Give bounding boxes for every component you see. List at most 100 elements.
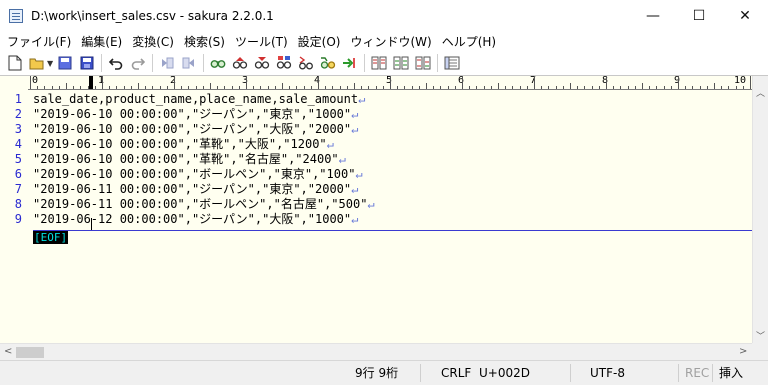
status-separator xyxy=(420,364,421,382)
ruler-tick xyxy=(735,86,737,89)
tile-icon[interactable] xyxy=(414,54,432,72)
bookmark-icon[interactable] xyxy=(319,54,337,72)
menu-help[interactable]: ヘルプ(H) xyxy=(437,33,501,50)
undo-icon[interactable] xyxy=(107,54,125,72)
menu-search[interactable]: 検索(S) xyxy=(179,33,230,50)
line-ending-indicator[interactable]: CRLF xyxy=(441,361,471,385)
ruler-tick xyxy=(418,86,420,89)
ruler-tick xyxy=(181,86,183,89)
find-next-icon[interactable] xyxy=(231,54,249,72)
ruler-tick xyxy=(627,86,629,89)
scroll-down-icon[interactable]: ﹀ xyxy=(756,329,765,342)
outline-icon[interactable] xyxy=(443,54,461,72)
ruler-tick xyxy=(274,86,276,89)
encoding-indicator[interactable]: UTF-8 xyxy=(590,361,625,385)
vertical-scrollbar[interactable]: ︿ ﹀ xyxy=(752,76,768,344)
code-line: "2019-06-12 00:00:00","ジーパン","大阪","1000"… xyxy=(33,213,358,225)
insert-mode-indicator[interactable]: 挿入 xyxy=(719,361,743,385)
ruler-label: 10 xyxy=(734,75,747,86)
status-separator xyxy=(570,364,571,382)
compare-icon[interactable] xyxy=(370,54,388,72)
code-line: "2019-06-10 00:00:00","ボールペン","東京","100"… xyxy=(33,168,363,180)
forward-icon[interactable] xyxy=(180,54,198,72)
code-line: "2019-06-10 00:00:00","革靴","名古屋","2400"↵ xyxy=(33,153,346,165)
line-text: "2019-06-11 00:00:00","ボールペン","名古屋","500… xyxy=(33,197,368,211)
ruler-tick xyxy=(138,83,139,89)
line-end-mark: ↵ xyxy=(351,107,359,121)
line-number: 8 xyxy=(14,197,22,211)
ruler-tick xyxy=(591,86,593,89)
replace-icon[interactable] xyxy=(275,54,293,72)
ruler-tick xyxy=(253,86,255,89)
code-line: "2019-06-10 00:00:00","革靴","大阪","1200"↵ xyxy=(33,138,334,150)
cursor-line-underline xyxy=(33,230,752,231)
ruler-tick xyxy=(130,86,132,89)
menu-convert[interactable]: 変換(C) xyxy=(127,33,179,50)
code-line: "2019-06-10 00:00:00","ジーパン","大阪","2000"… xyxy=(33,123,358,135)
minimize-button[interactable]: — xyxy=(630,0,676,31)
ruler-tick xyxy=(195,86,197,89)
scroll-left-icon[interactable]: < xyxy=(4,346,12,357)
status-separator xyxy=(712,364,713,382)
line-text: "2019-06-10 00:00:00","ジーパン","東京","1000" xyxy=(33,107,352,121)
ruler-tick xyxy=(562,86,564,89)
ruler-tick xyxy=(519,86,521,89)
window-title: D:\work\insert_sales.csv - sakura 2.2.0.… xyxy=(31,8,274,23)
ruler-tick xyxy=(152,86,154,89)
horizontal-scrollbar[interactable]: < > xyxy=(0,343,752,360)
line-number: 2 xyxy=(14,107,22,121)
ruler-tick xyxy=(498,83,499,89)
ruler-tick xyxy=(224,86,226,89)
line-text: sale_date,product_name,place_name,sale_a… xyxy=(33,92,359,106)
ruler-tick xyxy=(404,86,406,89)
scroll-right-icon[interactable]: > xyxy=(739,346,747,357)
code-line: sale_date,product_name,place_name,sale_a… xyxy=(33,93,365,105)
menu-file[interactable]: ファイル(F) xyxy=(2,33,76,50)
menu-settings[interactable]: 設定(O) xyxy=(293,33,346,50)
back-icon[interactable] xyxy=(158,54,176,72)
ruler-tick xyxy=(123,86,125,89)
app-icon xyxy=(9,8,23,23)
ruler-tick xyxy=(649,86,651,89)
ruler-tick xyxy=(663,86,665,89)
find-icon[interactable] xyxy=(209,54,227,72)
scrollbar-thumb[interactable] xyxy=(16,347,44,358)
toolbar-separator xyxy=(152,54,154,72)
text-area[interactable]: sale_date,product_name,place_name,sale_a… xyxy=(33,91,752,344)
line-end-mark: ↵ xyxy=(326,137,334,151)
line-end-mark: ↵ xyxy=(351,182,359,196)
save-all-icon[interactable] xyxy=(78,54,96,72)
ruler-tick xyxy=(642,83,643,89)
ruler-tick xyxy=(159,86,161,89)
open-file-icon[interactable] xyxy=(28,54,46,72)
new-file-icon[interactable] xyxy=(6,54,24,72)
ruler-tick xyxy=(94,86,96,89)
ruler-tick xyxy=(174,76,175,89)
line-text: "2019-06-10 00:00:00","革靴","大阪","1200" xyxy=(33,137,327,151)
find-prev-icon[interactable] xyxy=(253,54,271,72)
scroll-up-icon[interactable]: ︿ xyxy=(756,86,765,99)
ruler-tick xyxy=(620,86,622,89)
ruler-tick xyxy=(742,86,744,89)
eof-marker: [EOF] xyxy=(33,231,69,244)
menu-tools[interactable]: ツール(T) xyxy=(230,33,293,50)
save-icon[interactable] xyxy=(56,54,74,72)
line-number: 9 xyxy=(14,212,22,226)
ruler-tick xyxy=(102,76,103,89)
line-number: 3 xyxy=(14,122,22,136)
jump-icon[interactable] xyxy=(341,54,359,72)
line-text: "2019-06-10 00:00:00","ジーパン","大阪","2000" xyxy=(33,122,352,136)
ruler-tick xyxy=(692,86,694,89)
menu-window[interactable]: ウィンドウ(W) xyxy=(345,33,436,50)
redo-icon[interactable] xyxy=(129,54,147,72)
ruler-tick xyxy=(447,86,449,89)
maximize-button[interactable]: ☐ xyxy=(676,0,722,31)
grep-icon[interactable] xyxy=(297,54,315,72)
open-dropdown-icon[interactable]: ▼ xyxy=(47,59,53,68)
close-button[interactable]: ✕ xyxy=(722,0,768,31)
menu-edit[interactable]: 編集(E) xyxy=(76,33,127,50)
ruler-tick xyxy=(310,86,312,89)
editor-pane[interactable]: 0 1 2 3 4 5 6 7 8 9 10 1 2 3 4 5 6 7 8 9… xyxy=(0,75,768,344)
window-list-icon[interactable] xyxy=(392,54,410,72)
status-bar: 9行 9桁 CRLF U+002D UTF-8 REC 挿入 xyxy=(0,360,768,385)
